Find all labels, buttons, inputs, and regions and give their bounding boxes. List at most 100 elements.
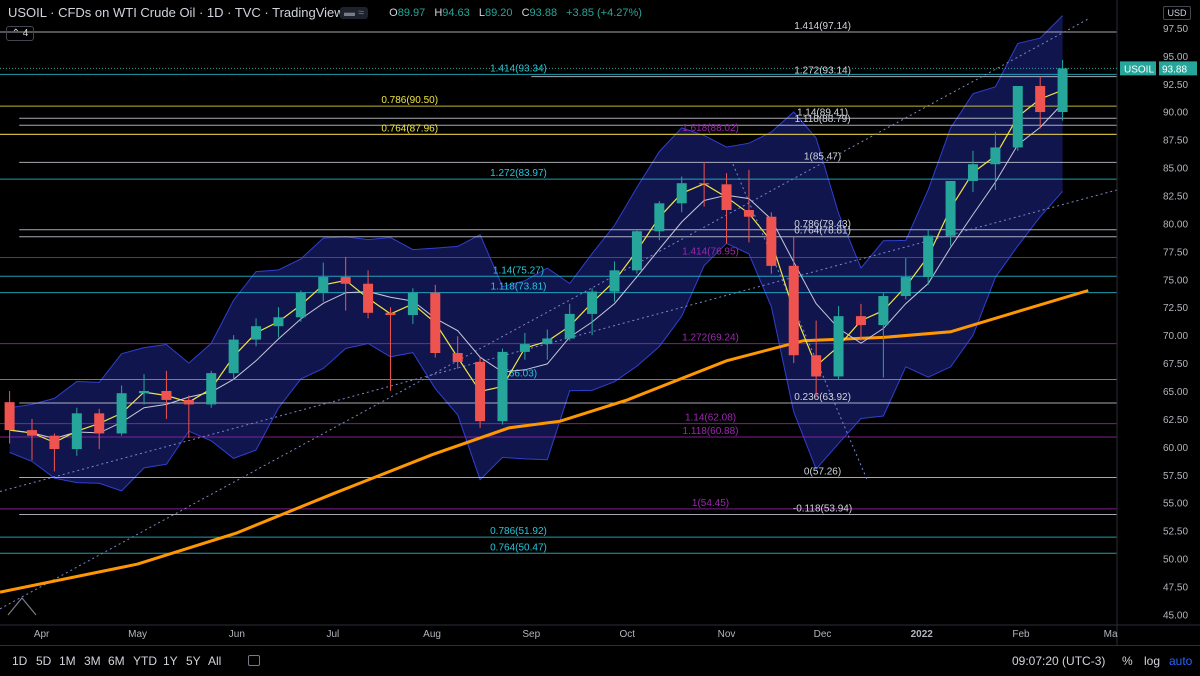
fib-level-label: 1.414(97.14) [794, 21, 851, 32]
indicator-visibility-toggle[interactable]: ▬ ≈ [340, 7, 369, 19]
candle-body [497, 351, 508, 422]
fib-level-label: 1.118(88.79) [795, 114, 851, 125]
candle-body [811, 355, 822, 377]
time-tick-label: Nov [718, 629, 736, 640]
candle-body [295, 292, 306, 318]
candle-body [318, 277, 329, 293]
fib-level-label: 1(85.47) [804, 151, 841, 162]
price-chart[interactable]: 1.414(97.14) 1.272(93.14) 1.414(93.34) 0.78… [0, 0, 1200, 675]
timeframe-5y[interactable]: 5Y [186, 654, 201, 668]
fib-level-label: 1.272(83.97) [490, 168, 547, 179]
change-value: +3.85 (+4.27%) [566, 7, 642, 19]
candle-body [430, 292, 441, 354]
candle-body [363, 283, 374, 313]
fib-level-label: 1(54.45) [692, 498, 729, 509]
price-tick-label: 97.50 [1163, 24, 1188, 35]
price-tick-label: 80.00 [1163, 219, 1188, 230]
candle-body [94, 413, 105, 434]
candle-body [183, 399, 194, 405]
price-tick-label: 82.50 [1163, 191, 1188, 202]
price-tick-label: 72.50 [1163, 303, 1188, 314]
price-tick-label: 92.50 [1163, 80, 1188, 91]
timeframe-3m[interactable]: 3M [84, 654, 101, 668]
timeframe-ytd[interactable]: YTD [133, 654, 157, 668]
fib-level-label: 1.118(73.81) [491, 282, 547, 293]
currency-button[interactable]: USD [1163, 6, 1191, 20]
timeframe-1y[interactable]: 1Y [163, 654, 178, 668]
candle-body [161, 390, 172, 400]
open-label: O [389, 7, 398, 19]
candle-body [519, 344, 530, 352]
candle-body [923, 235, 934, 278]
time-tick-label: Aug [423, 629, 441, 640]
fib-level-label: 1.414(76.95) [682, 246, 739, 257]
candle-body [228, 339, 239, 374]
fib-level-label: 1.618(88.02) [682, 123, 739, 134]
auto-scale-toggle[interactable]: auto [1169, 654, 1192, 668]
clock[interactable]: 09:07:20 (UTC-3) [1012, 654, 1105, 668]
fib-level-label: 1.272(93.14) [794, 66, 851, 77]
price-tick-label: 75.00 [1163, 275, 1188, 286]
price-tick-label: 47.50 [1163, 582, 1188, 593]
fib-level-label: 1.118(60.88) [683, 426, 739, 437]
calendar-icon[interactable] [248, 655, 260, 666]
timeframe-1d[interactable]: 1D [12, 654, 27, 668]
symbol-header[interactable]: USOIL · CFDs on WTI Crude Oil · 1D · TVC… [8, 5, 359, 20]
last-price-badge: 93.88 [1162, 64, 1187, 75]
fib-level-label: 0.786(51.92) [490, 526, 547, 537]
close-label: C [521, 7, 530, 19]
ohlc-legend: ▬ ≈ O89.97 H94.63 L89.20 C93.88 +3.85 (+… [340, 7, 648, 19]
price-tick-label: 65.00 [1163, 387, 1188, 398]
time-tick-label: Jun [229, 629, 245, 640]
chevron-up-icon: ⌃ [11, 28, 21, 39]
price-tick-label: 95.00 [1163, 52, 1188, 63]
bottom-toolbar: 1D 5D 1M 3M 6M YTD 1Y 5Y All 09:07:20 (U… [0, 645, 1200, 676]
candle-body [609, 270, 620, 292]
indicators-count: 4 [22, 28, 29, 39]
time-tick-label: Oct [620, 629, 636, 640]
timeframe-6m[interactable]: 6M [108, 654, 125, 668]
close-value: 93.88 [529, 7, 558, 19]
low-value: 89.20 [484, 7, 513, 19]
chart-title: USOIL · CFDs on WTI Crude Oil · 1D · TVC… [8, 5, 344, 20]
candle-body [878, 296, 889, 326]
candle-body [542, 338, 553, 345]
price-tick-label: 57.50 [1163, 471, 1188, 482]
candle-body [587, 291, 598, 314]
price-tick-label: 45.00 [1163, 610, 1188, 621]
candle-body [139, 390, 150, 394]
timeframe-1m[interactable]: 1M [59, 654, 76, 668]
price-tick-label: 87.50 [1163, 136, 1188, 147]
indicators-collapse-button[interactable]: ⌃ 4 [6, 26, 34, 41]
candle-body [273, 317, 284, 327]
fib-level-label: 0(57.26) [804, 466, 841, 477]
candle-body [721, 184, 732, 211]
price-tick-label: 50.00 [1163, 555, 1188, 566]
band-fill [9, 15, 1063, 491]
time-tick-label: Sep [522, 629, 540, 640]
time-tick-label: 2022 [911, 629, 934, 640]
candle-body [766, 216, 777, 266]
candle-body [4, 402, 15, 431]
time-tick-label: Dec [814, 629, 832, 640]
candle-body [631, 231, 642, 271]
tradingview-logo-icon [7, 597, 37, 616]
price-tick-label: 62.50 [1163, 415, 1188, 426]
candle-body [788, 265, 799, 356]
fib-level-label: 0.764(50.47) [490, 542, 547, 553]
fib-level-label: 0.236(63.92) [794, 392, 851, 403]
price-tick-label: 60.00 [1163, 443, 1188, 454]
percent-scale-toggle[interactable]: % [1122, 654, 1133, 668]
log-scale-toggle[interactable]: log [1144, 654, 1160, 668]
candle-body [743, 210, 754, 217]
fib-level-label: 1.14(75.27) [493, 265, 544, 276]
candle-body [900, 277, 911, 297]
candle-body [833, 316, 844, 377]
timeframe-all[interactable]: All [208, 654, 221, 668]
time-tick-label: Feb [1012, 629, 1030, 640]
fib-level-label: -0.118(53.94) [793, 504, 852, 515]
candle-body [71, 413, 82, 450]
time-tick-label: May [128, 629, 147, 640]
timeframe-5d[interactable]: 5D [36, 654, 51, 668]
candle-body [855, 316, 866, 326]
